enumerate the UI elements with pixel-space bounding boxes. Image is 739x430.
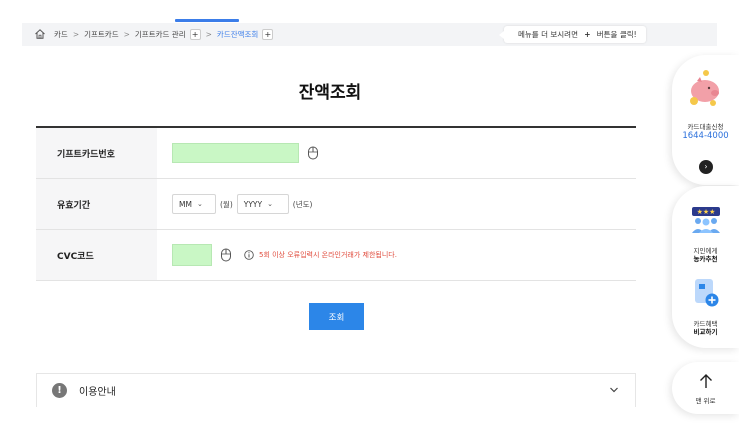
breadcrumb-separator: > (123, 29, 130, 39)
chevron-down-icon[interactable] (609, 385, 619, 395)
card-compare-label-line2: 비교하기 (693, 328, 718, 336)
year-select-value: YYYY (243, 199, 263, 209)
breadcrumb-expand-button-current[interactable]: + (262, 28, 274, 40)
arrow-up-icon (700, 374, 712, 388)
menu-tooltip-text: 메뉴를 더 보시려면 (518, 30, 578, 39)
breadcrumb-item-giftcard[interactable]: 기프트카드 (84, 29, 119, 40)
referral-people-icon[interactable]: ★★★ (689, 206, 723, 234)
card-compare-icon[interactable] (692, 278, 720, 308)
exclamation-icon: ! (52, 383, 67, 398)
breadcrumb-bar: 카드 > 기프트카드 > 기프트카드 관리 + > 카드잔액조회 + 메뉴를 더… (22, 23, 717, 46)
referral-label-line2: 농카추천 (693, 255, 718, 263)
breadcrumb-active-indicator (175, 19, 239, 22)
year-select[interactable]: YYYY ⌄ (236, 194, 289, 214)
info-icon (244, 250, 254, 260)
chevron-down-icon: ⌄ (267, 200, 273, 208)
breadcrumb-expand-button[interactable]: + (189, 28, 201, 40)
card-loan-label: 카드대출신청 (687, 123, 724, 131)
referral-label[interactable]: 지인에게 농카추천 (672, 247, 739, 263)
cvc-label: CVC코드 (36, 230, 157, 280)
expiry-row: 유효기간 MM ⌄ (월) YYYY ⌄ (년도) (36, 179, 636, 230)
home-icon[interactable] (34, 28, 46, 40)
expiry-label: 유효기간 (36, 179, 157, 229)
breadcrumb-item-card[interactable]: 카드 (54, 29, 68, 40)
chevron-down-icon: ⌄ (196, 200, 203, 208)
search-button[interactable]: 조회 (309, 303, 364, 330)
referral-label-line1: 지인에게 (693, 247, 718, 255)
card-loan-phone[interactable]: 1644-4000 (672, 131, 739, 141)
card-number-input[interactable] (172, 143, 299, 163)
back-to-top-button[interactable]: 맨 위로 (672, 362, 739, 414)
card-number-field-cell (157, 128, 636, 178)
month-select-value: MM (179, 199, 192, 209)
piggy-bank-icon (690, 70, 719, 106)
breadcrumb-separator: > (72, 29, 80, 39)
breadcrumb-separator: > (205, 29, 212, 39)
cvc-warning-text: 5회 이상 오류입력시 온라인거래가 제한됩니다. (259, 251, 397, 259)
cvc-field-cell: 5회 이상 오류입력시 온라인거래가 제한됩니다. (157, 230, 636, 280)
menu-tooltip: 메뉴를 더 보시려면 + 버튼을 클릭! (499, 26, 646, 43)
quick-menu-widget: ★★★ 지인에게 농카추천 카드혜택 비교하기 (672, 186, 739, 348)
card-compare-label-line1: 카드혜택 (693, 320, 718, 328)
year-unit: (년도) (292, 199, 313, 209)
card-loan-widget[interactable]: 카드대출신청 1644-4000 › (672, 55, 739, 185)
cvc-input[interactable] (172, 244, 212, 266)
page-title: 잔액조회 (298, 83, 362, 103)
menu-tooltip-text-end: 버튼을 클릭! (596, 30, 637, 39)
virtual-keypad-mouse-icon[interactable] (220, 248, 232, 262)
breadcrumb-current[interactable]: 카드잔액조회 (217, 29, 258, 40)
card-number-label: 기프트카드번호 (36, 128, 157, 178)
month-unit: (월) (220, 199, 233, 209)
svg-text:★★★: ★★★ (697, 208, 716, 216)
usage-guide-label: 이용안내 (79, 387, 116, 398)
month-select[interactable]: MM ⌄ (172, 194, 216, 214)
virtual-keypad-mouse-icon[interactable] (307, 146, 319, 160)
usage-guide-accordion[interactable]: ! 이용안내 (36, 373, 636, 407)
expiry-field-cell: MM ⌄ (월) YYYY ⌄ (년도) (157, 179, 636, 229)
menu-tooltip-plus: + (584, 30, 591, 39)
cvc-row: CVC코드 5회 이상 오류입력시 온라인거래가 제한됩니다. (36, 230, 636, 281)
breadcrumb-item-giftcard-manage[interactable]: 기프트카드 관리 (135, 29, 186, 40)
chevron-right-icon[interactable]: › (699, 160, 713, 174)
card-number-row: 기프트카드번호 (36, 128, 636, 179)
back-to-top-label: 맨 위로 (695, 397, 716, 405)
breadcrumb: 카드 > 기프트카드 > 기프트카드 관리 + > 카드잔액조회 + (34, 28, 274, 40)
balance-form: 기프트카드번호 유효기간 MM ⌄ (월) YYYY ⌄ (년도) CVC코드 (36, 126, 636, 281)
card-compare-label[interactable]: 카드혜택 비교하기 (672, 320, 739, 336)
